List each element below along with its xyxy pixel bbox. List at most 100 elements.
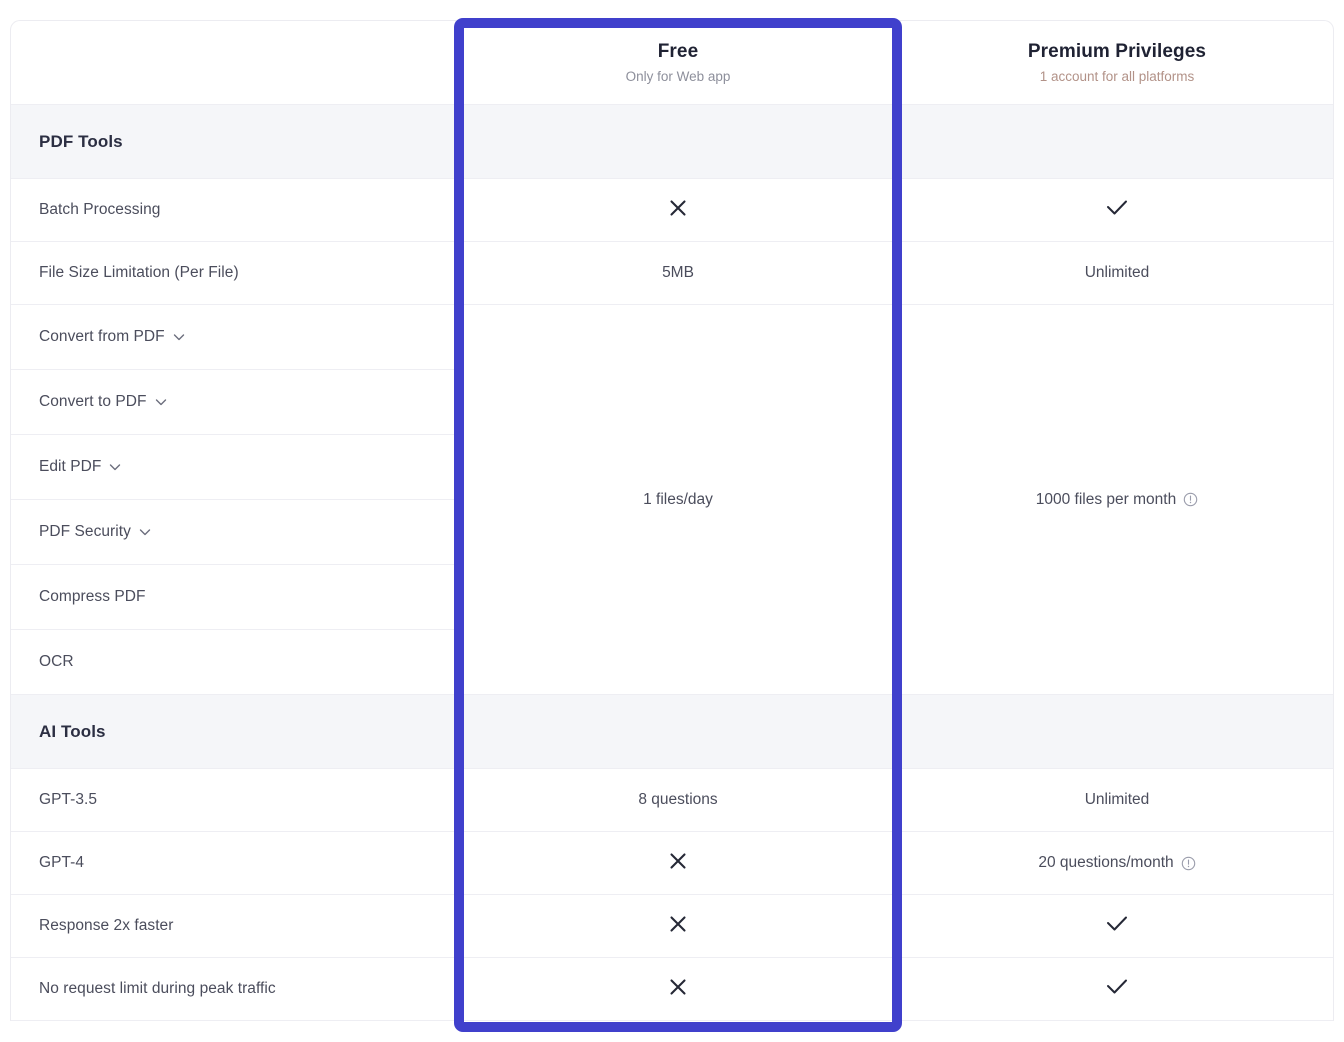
free-cell: 5MB: [456, 242, 901, 304]
table-row: GPT-3.5 8 questions Unlimited: [11, 769, 1333, 832]
premium-text: 20 questions/month: [1038, 854, 1173, 872]
feature-cell: Batch Processing: [11, 179, 456, 241]
table-row: File Size Limitation (Per File) 5MB Unlimi…: [11, 242, 1333, 305]
premium-text: Unlimited: [1085, 264, 1150, 282]
plan-subtitle-premium: 1 account for all platforms: [1040, 69, 1195, 85]
feature-label-text: Convert from PDF: [39, 328, 165, 346]
plan-comparison-table: Free Only for Web app Premium Privileges…: [10, 20, 1334, 1021]
cross-icon: [665, 974, 691, 1005]
section-title-cell: AI Tools: [11, 695, 456, 768]
feature-label-text: Batch Processing: [39, 201, 160, 219]
free-cell: [456, 179, 901, 241]
feature-label: GPT-3.5: [39, 791, 97, 809]
pricing-comparison-page: Free Only for Web app Premium Privileges…: [0, 0, 1344, 1042]
merged-feature-labels: Convert from PDF Convert to PDF Edit PDF PD…: [11, 305, 456, 695]
table-row[interactable]: Edit PDF: [11, 435, 455, 500]
table-body: PDF Tools Batch Processing File Size Limit…: [11, 105, 1333, 1021]
merged-premium-cell: 1000 files per month: [901, 305, 1333, 695]
section-title: PDF Tools: [39, 132, 123, 152]
feature-cell: GPT-4: [11, 832, 456, 894]
section-premium-cell: [901, 695, 1333, 768]
table-row[interactable]: PDF Security: [11, 500, 455, 565]
free-cell: [456, 832, 901, 894]
free-cell: [456, 958, 901, 1020]
feature-label-text: Convert to PDF: [39, 393, 147, 411]
feature-label: OCR: [39, 653, 74, 671]
feature-cell: File Size Limitation (Per File): [11, 242, 456, 304]
chevron-down-icon[interactable]: [172, 330, 186, 344]
check-icon: [1103, 911, 1131, 942]
merged-feature-group: Convert from PDF Convert to PDF Edit PDF PD…: [11, 305, 1333, 695]
chevron-down-icon[interactable]: [138, 525, 152, 539]
feature-label-text: Compress PDF: [39, 588, 146, 606]
feature-label-text: GPT-4: [39, 854, 84, 872]
header-feature-column: [11, 21, 456, 104]
table-row[interactable]: Convert from PDF: [11, 305, 455, 370]
chevron-down-icon[interactable]: [154, 395, 168, 409]
premium-text: Unlimited: [1085, 791, 1150, 809]
header-plan-premium: Premium Privileges 1 account for all pla…: [901, 21, 1333, 104]
section-free-cell: [456, 105, 901, 178]
check-icon: [1103, 195, 1131, 226]
premium-value: 20 questions/month: [1038, 854, 1195, 872]
premium-cell: [901, 958, 1333, 1020]
feature-cell: GPT-3.5: [11, 769, 456, 831]
free-text: 8 questions: [638, 791, 717, 809]
free-value: 5MB: [662, 264, 694, 282]
feature-cell: Response 2x faster: [11, 895, 456, 957]
info-circle-icon[interactable]: [1183, 492, 1198, 507]
section-header-row: PDF Tools: [11, 105, 1333, 179]
feature-label[interactable]: Edit PDF: [39, 458, 122, 476]
feature-label: GPT-4: [39, 854, 84, 872]
premium-cell: Unlimited: [901, 769, 1333, 831]
free-value: 1 files/day: [643, 491, 713, 509]
premium-cell: Unlimited: [901, 242, 1333, 304]
free-cell: 8 questions: [456, 769, 901, 831]
premium-value: Unlimited: [1085, 791, 1150, 809]
premium-value: Unlimited: [1085, 264, 1150, 282]
premium-cell: 20 questions/month: [901, 832, 1333, 894]
feature-label: No request limit during peak traffic: [39, 980, 276, 998]
premium-cell: [901, 179, 1333, 241]
table-row: Compress PDF: [11, 565, 455, 630]
free-cell: [456, 895, 901, 957]
feature-label: Compress PDF: [39, 588, 146, 606]
section-title: AI Tools: [39, 722, 106, 742]
table-row: No request limit during peak traffic: [11, 958, 1333, 1021]
table-header-row: Free Only for Web app Premium Privileges…: [11, 21, 1333, 105]
feature-label-text: No request limit during peak traffic: [39, 980, 276, 998]
feature-label[interactable]: Convert to PDF: [39, 393, 168, 411]
header-plan-free: Free Only for Web app: [456, 21, 901, 104]
premium-text: 1000 files per month: [1036, 491, 1176, 509]
feature-label-text: Edit PDF: [39, 458, 101, 476]
table-row: Batch Processing: [11, 179, 1333, 242]
feature-label-text: OCR: [39, 653, 74, 671]
feature-label: File Size Limitation (Per File): [39, 264, 239, 282]
feature-label-text: File Size Limitation (Per File): [39, 264, 239, 282]
table-row[interactable]: Convert to PDF: [11, 370, 455, 435]
premium-cell: [901, 895, 1333, 957]
free-value: 8 questions: [638, 791, 717, 809]
table-row: OCR: [11, 630, 455, 695]
plan-name-free: Free: [658, 40, 699, 64]
feature-label: Batch Processing: [39, 201, 160, 219]
plan-name-premium: Premium Privileges: [1028, 40, 1206, 64]
section-premium-cell: [901, 105, 1333, 178]
feature-label: Response 2x faster: [39, 917, 173, 935]
feature-label-text: PDF Security: [39, 523, 131, 541]
feature-label-text: Response 2x faster: [39, 917, 173, 935]
feature-label[interactable]: PDF Security: [39, 523, 152, 541]
cross-icon: [665, 911, 691, 942]
free-text: 1 files/day: [643, 491, 713, 509]
section-header-row: AI Tools: [11, 695, 1333, 769]
check-icon: [1103, 974, 1131, 1005]
section-title-cell: PDF Tools: [11, 105, 456, 178]
info-circle-icon[interactable]: [1181, 856, 1196, 871]
feature-cell: No request limit during peak traffic: [11, 958, 456, 1020]
cross-icon: [665, 195, 691, 226]
feature-label[interactable]: Convert from PDF: [39, 328, 186, 346]
feature-label-text: GPT-3.5: [39, 791, 97, 809]
merged-free-cell: 1 files/day: [456, 305, 901, 695]
chevron-down-icon[interactable]: [108, 460, 122, 474]
free-text: 5MB: [662, 264, 694, 282]
